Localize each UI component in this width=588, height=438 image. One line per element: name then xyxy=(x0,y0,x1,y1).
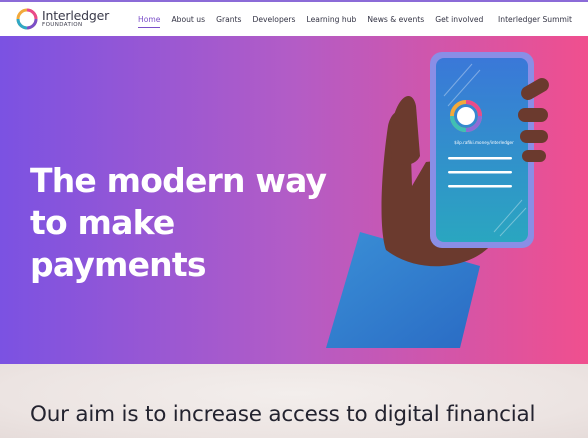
nav-item-get-involved[interactable]: Get involved xyxy=(435,15,483,24)
summit-link[interactable]: Interledger Summit xyxy=(498,15,572,24)
hero-illustration: $ilp.rafiki.money/interledger xyxy=(320,36,588,364)
nav-item-home[interactable]: Home xyxy=(138,15,161,28)
site-header: Interledger FOUNDATION Home About us Gra… xyxy=(0,0,588,36)
mission-section: Our aim is to increase access to digital… xyxy=(0,364,588,438)
hand-holding-phone-illustration xyxy=(326,52,549,348)
nav-item-learning-hub[interactable]: Learning hub xyxy=(307,15,357,24)
hero-section: The modern way to make payments $ilp.raf… xyxy=(0,36,588,364)
hero-title: The modern way to make payments xyxy=(30,161,327,284)
mission-statement: Our aim is to increase access to digital… xyxy=(30,402,536,427)
nav-item-developers[interactable]: Developers xyxy=(253,15,296,24)
payment-pointer-text: $ilp.rafiki.money/interledger xyxy=(454,140,514,145)
nav-item-grants[interactable]: Grants xyxy=(216,15,241,24)
main-nav: Home About us Grants Developers Learning… xyxy=(138,2,494,36)
interledger-logo-icon xyxy=(16,8,38,30)
brand-subtitle: FOUNDATION xyxy=(42,22,83,28)
nav-item-about-us[interactable]: About us xyxy=(171,15,205,24)
brand-name: Interledger xyxy=(42,7,110,23)
nav-item-news-events[interactable]: News & events xyxy=(367,15,424,24)
brand-logo[interactable]: Interledger FOUNDATION xyxy=(16,8,109,30)
